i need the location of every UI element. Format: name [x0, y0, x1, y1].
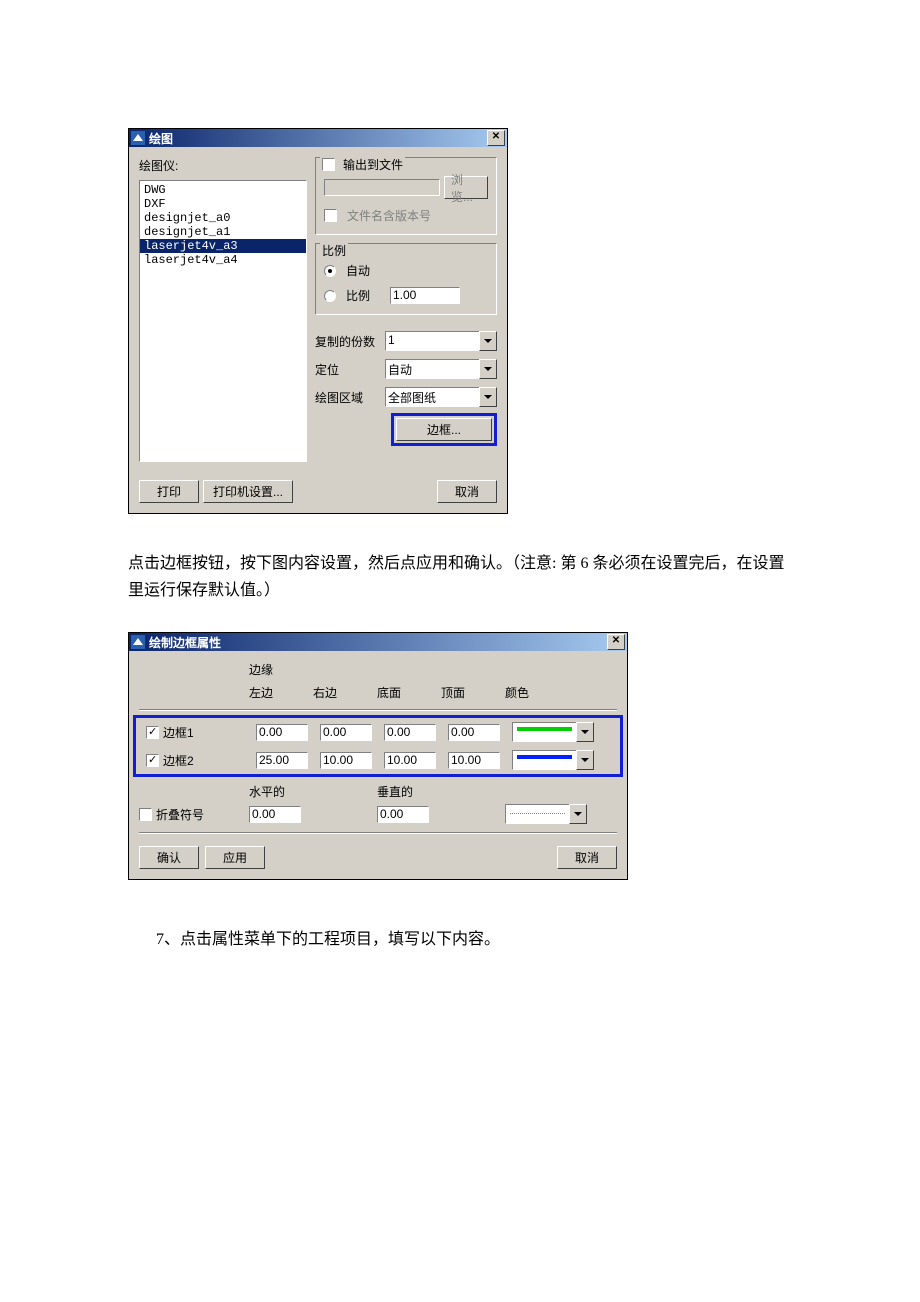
col-bottom-label: 底面: [377, 684, 441, 701]
plotter-list-item[interactable]: DWG: [140, 183, 306, 197]
printer-setup-button[interactable]: 打印机设置...: [203, 480, 293, 503]
fold-horiz-input[interactable]: 0.00: [249, 806, 301, 823]
divider: [139, 709, 617, 711]
frame2-color-combo[interactable]: [512, 750, 594, 770]
close-icon[interactable]: ✕: [487, 130, 505, 146]
edge-header-label: 边缘: [249, 661, 313, 678]
browse-button[interactable]: 浏览...: [444, 176, 488, 199]
close-icon[interactable]: ✕: [607, 634, 625, 650]
plot-dialog: 绘图 ✕ 绘图仪: DWGDXFdesignjet_a0designjet_a1…: [128, 128, 508, 514]
col-color-label: 颜色: [505, 684, 595, 701]
output-to-file-checkbox[interactable]: [322, 158, 335, 171]
fold-label: 折叠符号: [156, 806, 204, 823]
frame1-top-input[interactable]: 0.00: [448, 724, 500, 741]
col-top-label: 顶面: [441, 684, 505, 701]
plotter-listbox[interactable]: DWGDXFdesignjet_a0designjet_a1laserjet4v…: [139, 180, 307, 462]
vertical-label: 垂直的: [377, 783, 413, 800]
chevron-down-icon[interactable]: [576, 750, 594, 770]
position-combo[interactable]: 自动: [385, 359, 497, 379]
frame1-row: 边框1 0.00 0.00 0.00 0.00: [136, 718, 620, 746]
scale-ratio-input[interactable]: 1.00: [390, 287, 460, 304]
chevron-down-icon[interactable]: [479, 331, 497, 351]
plot-area-label: 绘图区域: [315, 389, 379, 406]
output-path-input: [324, 179, 440, 196]
fold-vert-input[interactable]: 0.00: [377, 806, 429, 823]
plotter-list-item[interactable]: designjet_a1: [140, 225, 306, 239]
border-dialog-titlebar: 绘制边框属性 ✕: [129, 633, 627, 651]
scale-ratio-radio[interactable]: [324, 290, 336, 302]
output-to-file-label: 输出到文件: [343, 156, 403, 173]
frame2-left-input[interactable]: 25.00: [256, 752, 308, 769]
fold-checkbox[interactable]: [139, 808, 152, 821]
position-value: 自动: [385, 359, 479, 379]
frame2-row: 边框2 25.00 10.00 10.00 10.00: [136, 746, 620, 774]
frame2-top-input[interactable]: 10.00: [448, 752, 500, 769]
frame-rows-highlight: 边框1 0.00 0.00 0.00 0.00 边框2 25.0: [133, 715, 623, 777]
plotter-list-item[interactable]: DXF: [140, 197, 306, 211]
scale-group-label: 比例: [322, 242, 346, 259]
frame2-bottom-input[interactable]: 10.00: [384, 752, 436, 769]
plot-dialog-title: 绘图: [149, 130, 487, 147]
frame1-checkbox[interactable]: [146, 726, 159, 739]
divider: [139, 832, 617, 834]
plotter-list-item[interactable]: laserjet4v_a3: [140, 239, 306, 253]
plotter-label: 绘图仪:: [139, 157, 307, 174]
plot-dialog-titlebar: 绘图 ✕: [129, 129, 507, 147]
chevron-down-icon[interactable]: [569, 804, 587, 824]
border-button[interactable]: 边框...: [396, 418, 492, 441]
plot-area-value: 全部图纸: [385, 387, 479, 407]
frame1-bottom-input[interactable]: 0.00: [384, 724, 436, 741]
scale-ratio-label: 比例: [346, 287, 384, 304]
fold-row: 折叠符号 0.00 0.00: [129, 800, 627, 828]
ok-button[interactable]: 确认: [139, 846, 199, 869]
fold-style-combo[interactable]: [505, 804, 587, 824]
cancel-button[interactable]: 取消: [557, 846, 617, 869]
copies-label: 复制的份数: [315, 333, 379, 350]
frame2-label: 边框2: [163, 752, 194, 769]
filename-version-checkbox[interactable]: [324, 209, 337, 222]
frame1-right-input[interactable]: 0.00: [320, 724, 372, 741]
plot-area-combo[interactable]: 全部图纸: [385, 387, 497, 407]
frame2-checkbox[interactable]: [146, 754, 159, 767]
chevron-down-icon[interactable]: [576, 722, 594, 742]
chevron-down-icon[interactable]: [479, 387, 497, 407]
instruction-paragraph-2: 7、点击属性菜单下的工程项目，填写以下内容。: [128, 926, 800, 953]
frame1-left-input[interactable]: 0.00: [256, 724, 308, 741]
chevron-down-icon[interactable]: [479, 359, 497, 379]
frame1-color-combo[interactable]: [512, 722, 594, 742]
col-left-label: 左边: [249, 684, 313, 701]
copies-value: 1: [385, 331, 479, 351]
apply-button[interactable]: 应用: [205, 846, 265, 869]
plotter-list-item[interactable]: designjet_a0: [140, 211, 306, 225]
print-button[interactable]: 打印: [139, 480, 199, 503]
frame2-right-input[interactable]: 10.00: [320, 752, 372, 769]
frame1-label: 边框1: [163, 724, 194, 741]
filename-version-label: 文件名含版本号: [347, 207, 431, 224]
horizontal-label: 水平的: [249, 783, 377, 800]
scale-auto-label: 自动: [346, 262, 370, 279]
border-dialog-title: 绘制边框属性: [149, 634, 607, 651]
plotter-list-item[interactable]: laserjet4v_a4: [140, 253, 306, 267]
dotted-line-icon: [510, 813, 565, 814]
scale-group: 比例 自动 比例 1.00: [315, 243, 497, 315]
app-icon: [131, 635, 145, 649]
cancel-button[interactable]: 取消: [437, 480, 497, 503]
border-button-highlight: 边框...: [391, 413, 497, 446]
position-label: 定位: [315, 361, 379, 378]
app-icon: [131, 131, 145, 145]
copies-combo[interactable]: 1: [385, 331, 497, 351]
col-right-label: 右边: [313, 684, 377, 701]
border-properties-dialog: 绘制边框属性 ✕ 边缘 左边 右边 底面 顶面 颜色 边框1 0.00: [128, 632, 628, 880]
scale-auto-radio[interactable]: [324, 265, 336, 277]
output-to-file-group: 输出到文件 浏览... 文件名含版本号: [315, 157, 497, 235]
instruction-paragraph-1: 点击边框按钮，按下图内容设置，然后点应用和确认。（注意: 第 6 条必须在设置完…: [128, 550, 800, 604]
